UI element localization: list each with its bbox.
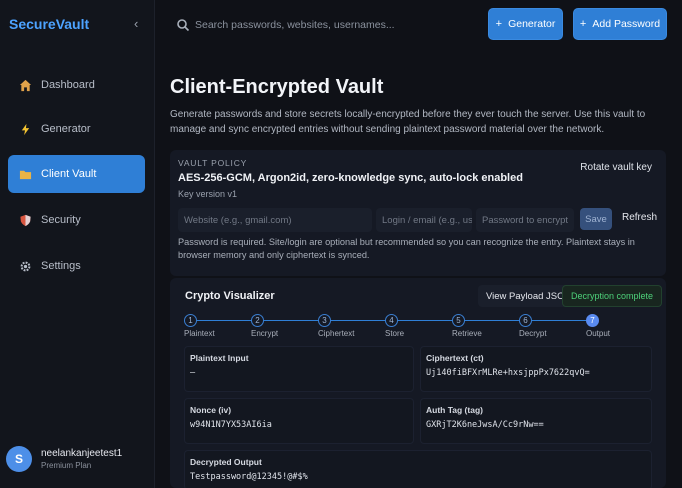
data-label: Plaintext Input xyxy=(190,353,249,363)
ciphertext-box: Ciphertext (ct) Uj140fiBFXrMLRe+hxsjppPx… xyxy=(420,346,652,392)
data-value: w94N1N7YX53AI6ia xyxy=(190,420,272,430)
visualizer-title: Crypto Visualizer xyxy=(185,290,275,302)
step-label: Output xyxy=(586,329,611,338)
crypto-visualizer-card: Crypto Visualizer View Payload JSON Decr… xyxy=(170,278,666,488)
add-password-button-label: Add Password xyxy=(592,18,661,30)
sidebar-item-security[interactable]: Security xyxy=(8,201,145,239)
generator-button[interactable]: + Generator xyxy=(488,8,563,40)
refresh-button[interactable]: Refresh xyxy=(622,212,657,223)
step-label: Ciphertext xyxy=(318,329,355,338)
pipeline-step-retrieve: 5 Retrieve xyxy=(452,314,512,338)
password-input[interactable] xyxy=(476,208,574,232)
step-label: Decrypt xyxy=(519,329,547,338)
sidebar-item-label: Generator xyxy=(41,123,91,135)
data-label: Decrypted Output xyxy=(190,457,262,467)
data-label: Nonce (iv) xyxy=(190,405,232,415)
key-version: Key version v1 xyxy=(178,189,238,199)
step-number: 1 xyxy=(184,314,197,327)
login-input[interactable] xyxy=(376,208,472,232)
data-value: GXRjT2K6neJwsA/Cc9rNw== xyxy=(426,420,544,430)
step-label: Store xyxy=(385,329,405,338)
pipeline-step-output: 7 Output xyxy=(586,314,646,338)
step-label: Encrypt xyxy=(251,329,279,338)
sidebar-item-label: Client Vault xyxy=(41,168,97,180)
search-input[interactable] xyxy=(195,19,476,31)
auth-tag-box: Auth Tag (tag) GXRjT2K6neJwsA/Cc9rNw== xyxy=(420,398,652,444)
nonce-box: Nonce (iv) w94N1N7YX53AI6ia xyxy=(184,398,414,444)
sidebar-item-client-vault[interactable]: Client Vault xyxy=(8,155,145,193)
generator-button-label: Generator xyxy=(508,18,556,30)
avatar: S xyxy=(6,446,32,472)
policy-note: Password is required. Site/login are opt… xyxy=(178,237,635,260)
gear-icon xyxy=(18,259,32,273)
user-profile[interactable]: S neelankanjeetest1 Premium Plan xyxy=(6,446,122,472)
plus-icon: + xyxy=(495,18,503,30)
policy-value: AES-256-GCM, Argon2id, zero-knowledge sy… xyxy=(178,172,523,184)
pipeline-step-decrypt: 6 Decrypt xyxy=(519,314,579,338)
sidebar-item-generator[interactable]: Generator xyxy=(8,110,145,148)
step-number: 4 xyxy=(385,314,398,327)
step-label: Plaintext xyxy=(184,329,215,338)
step-number: 2 xyxy=(251,314,264,327)
sidebar-item-label: Dashboard xyxy=(41,79,95,91)
collapse-sidebar-icon[interactable]: ‹ xyxy=(134,16,138,31)
user-plan: Premium Plan xyxy=(41,461,92,470)
step-number: 3 xyxy=(318,314,331,327)
policy-label: VAULT POLICY xyxy=(178,158,248,168)
add-password-button[interactable]: + Add Password xyxy=(573,8,667,40)
search-icon xyxy=(177,19,190,32)
vault-policy-card: VAULT POLICY AES-256-GCM, Argon2id, zero… xyxy=(170,150,666,276)
pipeline-step-store: 4 Store xyxy=(385,314,445,338)
pipeline-step-plaintext: 1 Plaintext xyxy=(184,314,244,338)
save-button[interactable]: Save xyxy=(580,208,612,230)
folder-icon xyxy=(18,167,32,181)
password-field-wrap xyxy=(476,208,574,232)
data-value: – xyxy=(190,368,196,378)
crypto-pipeline: 1 Plaintext 2 Encrypt 3 Ciphertext 4 Sto… xyxy=(184,314,615,344)
data-value: Testpassword@12345!@#$% xyxy=(190,472,308,482)
pipeline-step-encrypt: 2 Encrypt xyxy=(251,314,311,338)
brand-logo[interactable]: SecureVault xyxy=(9,16,89,32)
login-field-wrap xyxy=(376,208,472,232)
step-number: 5 xyxy=(452,314,465,327)
search-bar xyxy=(170,12,476,38)
step-label: Retrieve xyxy=(452,329,482,338)
plus-icon: + xyxy=(579,18,587,30)
sidebar-item-dashboard[interactable]: Dashboard xyxy=(8,66,145,104)
page-description: Generate passwords and store secrets loc… xyxy=(170,109,646,135)
status-badge: Decryption complete xyxy=(562,285,663,307)
website-input[interactable] xyxy=(178,208,372,232)
step-number: 6 xyxy=(519,314,532,327)
sidebar-item-label: Settings xyxy=(41,260,81,272)
rotate-vault-key-button[interactable]: Rotate vault key xyxy=(580,162,652,173)
user-name: neelankanjeetest1 xyxy=(41,448,123,459)
plaintext-input-box: Plaintext Input – xyxy=(184,346,414,392)
page-title: Client-Encrypted Vault xyxy=(170,76,384,98)
shield-icon xyxy=(18,213,32,227)
home-icon xyxy=(18,78,32,92)
lightning-icon xyxy=(18,122,32,136)
decrypted-output-box: Decrypted Output Testpassword@12345!@#$% xyxy=(184,450,652,488)
pipeline-step-ciphertext: 3 Ciphertext xyxy=(318,314,378,338)
step-number: 7 xyxy=(586,314,599,327)
data-value: Uj140fiBFXrMLRe+hxsjppPx7622qvQ= xyxy=(426,368,590,378)
sidebar-item-settings[interactable]: Settings xyxy=(8,247,145,285)
sidebar-item-label: Security xyxy=(41,214,81,226)
data-label: Ciphertext (ct) xyxy=(426,353,484,363)
website-field-wrap xyxy=(178,208,372,232)
data-label: Auth Tag (tag) xyxy=(426,405,483,415)
sidebar: SecureVault ‹ Dashboard Generator Client… xyxy=(0,0,155,488)
